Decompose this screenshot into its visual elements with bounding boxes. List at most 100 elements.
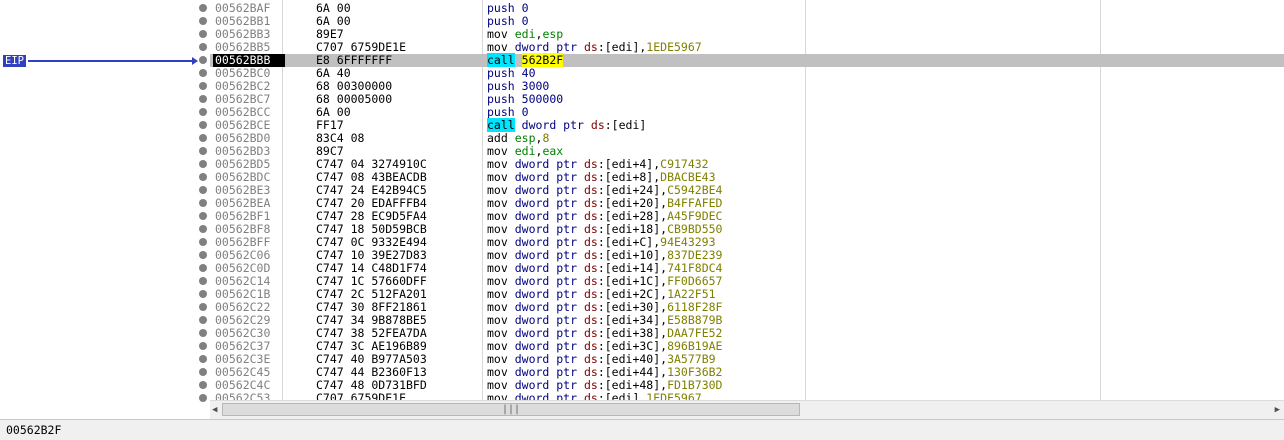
instruction-operand: :[edi+18], xyxy=(597,222,668,236)
eip-arrow-head-icon xyxy=(192,57,198,65)
instruction-operand: :[edi+44], xyxy=(597,365,668,379)
instruction-operand: dword ptr xyxy=(514,339,584,353)
instruction-mnemonic: push xyxy=(487,79,515,93)
instruction-mnemonic: mov xyxy=(487,248,508,262)
disasm-row[interactable]: 00562BCE FF17 call dword ptr ds:[edi] xyxy=(210,118,1284,132)
breakpoint-dot-icon[interactable] xyxy=(199,381,207,389)
breakpoint-dot-icon[interactable] xyxy=(199,186,207,194)
disasm-row[interactable]: 00562BB1 6A 00 push 0 xyxy=(210,15,1284,28)
instruction-operand: 130F36B2 xyxy=(667,365,723,379)
disasm-row[interactable]: 00562BD0 83C4 08 add esp,8 xyxy=(210,132,1284,145)
breakpoint-gutter[interactable] xyxy=(0,0,209,418)
breakpoint-dot-icon[interactable] xyxy=(199,134,207,142)
instruction-mnemonic: call xyxy=(487,53,515,67)
instruction-mnemonic: mov xyxy=(487,170,508,184)
instruction-operand: dword ptr xyxy=(514,196,584,210)
breakpoint-dot-icon[interactable] xyxy=(199,264,207,272)
disasm-row-current[interactable]: 00562BBB E8 6FFFFFFF call 562B2F xyxy=(210,53,1284,67)
instruction-mnemonic: mov xyxy=(487,27,508,41)
breakpoint-dot-icon[interactable] xyxy=(199,225,207,233)
instruction-operand: ds xyxy=(583,248,598,262)
instruction-operand: ds xyxy=(583,365,598,379)
breakpoint-dot-icon[interactable] xyxy=(199,147,207,155)
breakpoint-dot-icon[interactable] xyxy=(199,121,207,129)
breakpoint-dot-icon[interactable] xyxy=(199,199,207,207)
breakpoint-dot-icon[interactable] xyxy=(199,173,207,181)
breakpoint-dot-icon[interactable] xyxy=(199,30,207,38)
instruction-operand: dword ptr xyxy=(514,40,584,54)
instruction-operand: :[edi+30], xyxy=(597,300,668,314)
instruction-operand: 94E43293 xyxy=(660,235,716,249)
instruction-operand: ds xyxy=(583,313,598,327)
instruction-operand: DAA7FE52 xyxy=(667,326,723,340)
scrollbar-thumb[interactable]: ||| xyxy=(222,403,800,416)
instruction-operand: E58B879B xyxy=(667,313,723,327)
scroll-right-arrow-icon[interactable]: ▶ xyxy=(1275,405,1280,415)
disasm-row[interactable]: 00562BAF 6A 00 push 0 xyxy=(210,2,1284,15)
instruction-operand: C917432 xyxy=(660,157,709,171)
instruction-operand: 3A577B9 xyxy=(667,352,716,366)
instruction-mnemonic: add xyxy=(487,131,508,145)
breakpoint-dot-icon[interactable] xyxy=(199,303,207,311)
instruction-operand: 1EDE5967 xyxy=(646,40,702,54)
instruction-operand: :[edi+3C], xyxy=(597,339,668,353)
breakpoint-dot-icon[interactable] xyxy=(199,82,207,90)
disassembly-listing[interactable]: 00562BAF 6A 00 push 0 00562BB1 6A 00 push 0 00… xyxy=(210,0,1284,400)
instruction-mnemonic: mov xyxy=(487,326,508,340)
instruction-operand: edi xyxy=(514,27,536,41)
disasm-row[interactable]: 00562BC7 68 00005000 push 500000 xyxy=(210,93,1284,106)
breakpoint-dot-icon[interactable] xyxy=(199,316,207,324)
instruction-mnemonic: mov xyxy=(487,274,508,288)
disasm-row[interactable]: 00562BCC 6A 00 push 0 xyxy=(210,106,1284,119)
instruction-mnemonic: mov xyxy=(487,300,508,314)
instruction-operand: dword ptr xyxy=(514,170,584,184)
breakpoint-dot-icon[interactable] xyxy=(199,277,207,285)
breakpoint-dot-icon[interactable] xyxy=(199,290,207,298)
instruction-mnemonic: push xyxy=(487,92,515,106)
instruction-operand: esp xyxy=(514,131,536,145)
instruction-operand: :[edi+C], xyxy=(597,235,661,249)
breakpoint-dot-icon[interactable] xyxy=(199,368,207,376)
instruction-operand: dword ptr xyxy=(514,287,584,301)
instruction-operand: dword ptr xyxy=(514,300,584,314)
breakpoint-dot-icon[interactable] xyxy=(199,56,207,64)
instruction-operand: :[edi], xyxy=(597,391,647,401)
row-address: 00562C53 xyxy=(215,391,271,401)
disasm-row[interactable]: 00562C53 C707 6759DE1E mov dword ptr ds:[e… xyxy=(210,391,1284,401)
instruction-operand: FF0D6657 xyxy=(667,274,723,288)
breakpoint-dot-icon[interactable] xyxy=(199,95,207,103)
instruction-operand: dword ptr xyxy=(514,235,584,249)
instruction-operand: :[edi+38], xyxy=(597,326,668,340)
instruction-operand: dword ptr xyxy=(514,274,584,288)
breakpoint-dot-icon[interactable] xyxy=(199,160,207,168)
breakpoint-dot-icon[interactable] xyxy=(199,4,207,12)
instruction-operand: dword ptr xyxy=(514,248,584,262)
instruction-mnemonic: mov xyxy=(487,365,508,379)
breakpoint-dot-icon[interactable] xyxy=(199,108,207,116)
breakpoint-dot-icon[interactable] xyxy=(199,69,207,77)
breakpoint-dot-icon[interactable] xyxy=(199,342,207,350)
breakpoint-dot-icon[interactable] xyxy=(199,251,207,259)
horizontal-scrollbar[interactable]: ◀ ||| ▶ xyxy=(210,400,1284,419)
breakpoint-dot-icon[interactable] xyxy=(199,17,207,25)
instruction-operand: dword ptr xyxy=(514,378,584,392)
breakpoint-dot-icon[interactable] xyxy=(199,394,207,402)
instruction-operand: ds xyxy=(590,118,605,132)
instruction-operand: ds xyxy=(583,183,598,197)
scroll-left-arrow-icon[interactable]: ◀ xyxy=(212,405,217,415)
instruction-operand: :[edi] xyxy=(604,118,647,132)
breakpoint-dot-icon[interactable] xyxy=(199,355,207,363)
instruction-operand: :[edi+34], xyxy=(597,313,668,327)
instruction-operand: :[edi+20], xyxy=(597,196,668,210)
instruction-operand: 6118F28F xyxy=(667,300,723,314)
row-bytes: C707 6759DE1E xyxy=(316,391,407,401)
instruction-operand: 896B19AE xyxy=(667,339,723,353)
breakpoint-dot-icon[interactable] xyxy=(199,212,207,220)
breakpoint-dot-icon[interactable] xyxy=(199,43,207,51)
instruction-operand: ds xyxy=(583,378,598,392)
breakpoint-dot-icon[interactable] xyxy=(199,329,207,337)
instruction-mnemonic: push xyxy=(487,105,515,119)
instruction-operand: ds xyxy=(583,287,598,301)
instruction-mnemonic: push xyxy=(487,66,515,80)
breakpoint-dot-icon[interactable] xyxy=(199,238,207,246)
